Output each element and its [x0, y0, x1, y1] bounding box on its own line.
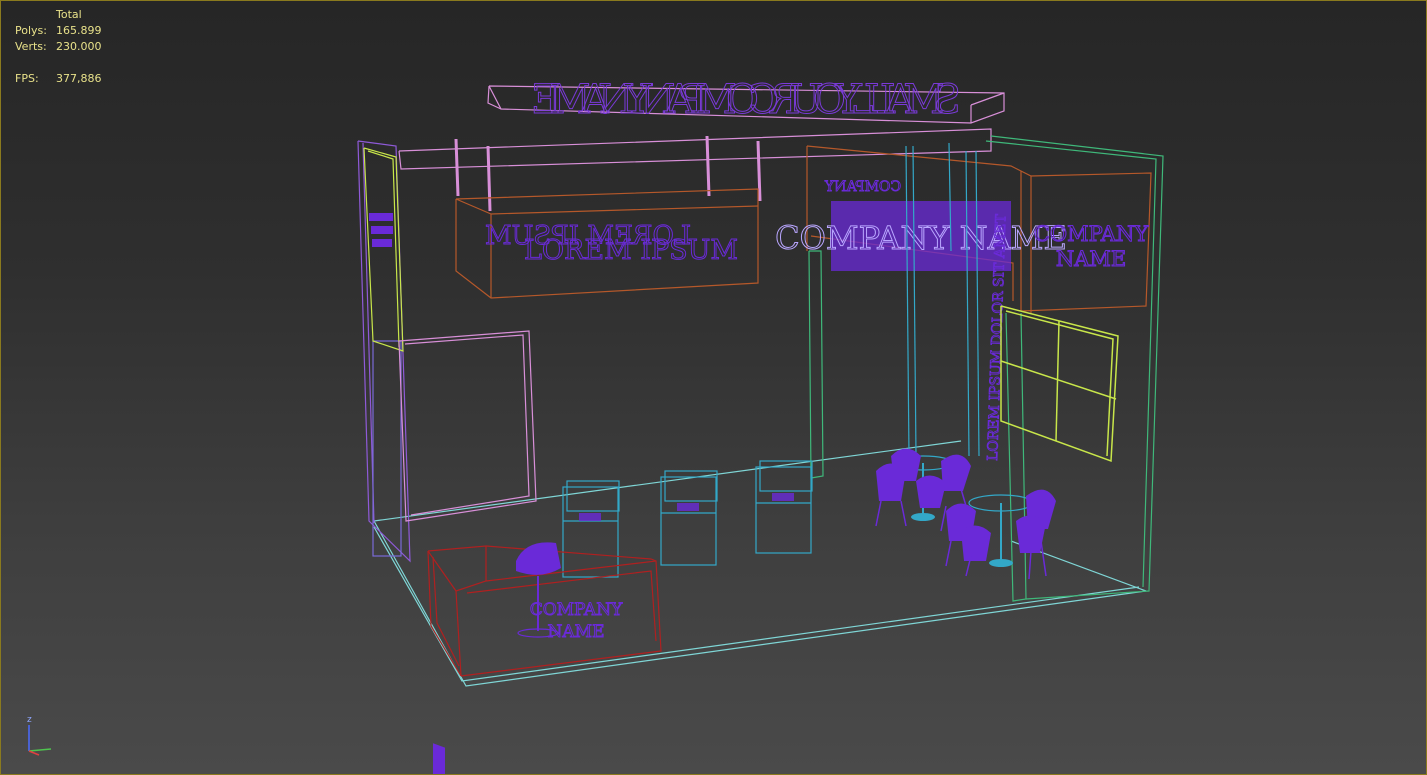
banner-text: LOREM IPSUM: [524, 235, 738, 266]
table-set-2: [945, 489, 1056, 580]
display-case-3: [755, 460, 813, 554]
desk-logo: [433, 743, 445, 774]
axis-gizmo: z: [23, 713, 63, 757]
left-wall-panel: [363, 147, 404, 352]
display-case-1: [562, 480, 620, 578]
viewport-3d[interactable]: Total Polys: 165.899 Verts: 230.000 FPS:…: [0, 0, 1427, 775]
booth-wireframe-scene[interactable]: SMALL YOUR COMPANY NAME LOREM IPSUM LORE…: [1, 1, 1426, 774]
right-wall-text-line2: NAME: [1056, 247, 1126, 271]
right-wall-text-line1: COMPANY: [1034, 222, 1150, 246]
left-wall-logo: [369, 213, 393, 247]
desk-text-line2: NAME: [548, 622, 605, 642]
back-sign-block: COMPANY NAME: [775, 201, 1067, 271]
display-case-2: [660, 470, 718, 566]
back-columns: [905, 142, 980, 457]
desk-text-line1: COMPANY: [530, 600, 623, 620]
window-frame: [1000, 305, 1119, 463]
display-case-items: [579, 493, 794, 521]
back-sign-small-text: COMPANY: [824, 179, 901, 195]
axis-z-label: z: [27, 715, 32, 725]
top-sign-text: SMALL YOUR COMPANY NAME: [531, 77, 961, 123]
